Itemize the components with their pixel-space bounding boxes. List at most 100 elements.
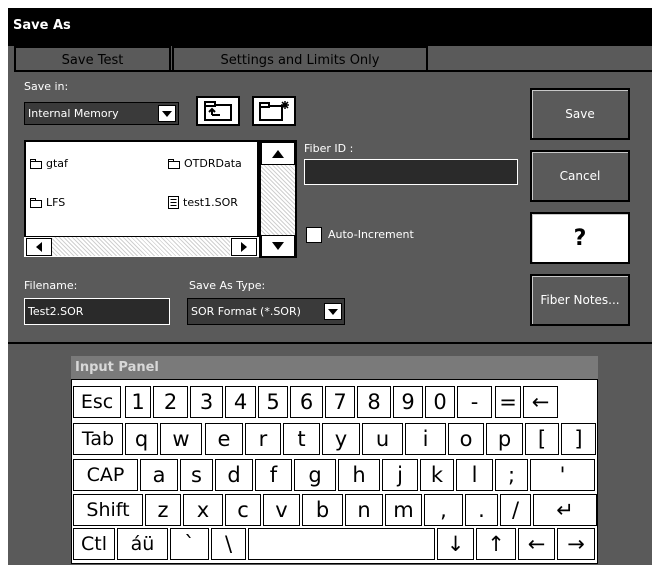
key-char[interactable]: m [385,494,422,526]
list-item[interactable]: LFS [30,196,65,209]
key-char[interactable]: c [225,494,261,526]
key-char[interactable]: a [140,459,178,491]
triangle-up-icon [272,149,284,158]
key-char[interactable]: w [160,423,202,455]
key-char[interactable]: z [145,494,181,526]
key-char[interactable]: s [180,459,213,491]
key-char[interactable]: t [283,423,320,455]
key-char[interactable]: j [382,459,418,491]
key-char[interactable]: . [465,494,498,526]
key-esc[interactable]: Esc [73,386,121,418]
key-cap[interactable]: CAP [73,459,138,491]
scroll-up-button[interactable] [261,142,295,165]
key-char[interactable]: o [448,423,484,455]
key-char[interactable]: 4 [225,386,256,418]
file-icon [168,196,179,209]
key-char[interactable]: i [405,423,446,455]
list-item[interactable]: OTDRData [168,157,242,170]
scroll-down-button[interactable] [261,235,295,257]
save-in-select[interactable]: Internal Memory [24,102,179,125]
key-shift[interactable]: Shift [73,494,143,526]
key-char[interactable]: u [362,423,403,455]
fiber-notes-button[interactable]: Fiber Notes... [530,274,630,326]
key-char[interactable]: e [205,423,243,455]
key-char[interactable]: ` [170,528,209,560]
key-arrow-left[interactable]: ← [518,528,555,560]
key-char[interactable]: 6 [290,386,323,418]
key-char[interactable]: ' [530,459,595,491]
triangle-down-icon [272,242,284,250]
up-folder-icon [204,101,232,121]
tab-save-test[interactable]: Save Test [14,46,171,72]
key-char[interactable]: 9 [393,386,423,418]
key-char[interactable]: 8 [357,386,391,418]
save-button[interactable]: Save [530,88,630,140]
triangle-left-icon [36,242,42,252]
key-char[interactable]: p [486,423,523,455]
key-char[interactable]: 7 [325,386,355,418]
key-arrow-down[interactable]: ↓ [437,528,474,560]
scroll-track[interactable] [261,165,295,235]
filename-field[interactable]: Test2.SOR [24,298,170,325]
input-panel-title: Input Panel [71,356,598,379]
key-char[interactable]: / [500,494,531,526]
chevron-down-icon[interactable] [158,105,176,122]
key-char[interactable]: 2 [153,386,188,418]
key-space[interactable] [248,528,435,560]
window-title: Save As [13,18,71,33]
key-arrow-up[interactable]: ↑ [476,528,516,560]
key-char[interactable]: [ [525,423,559,455]
key-char[interactable]: f [255,459,292,491]
key-áü[interactable]: áü [117,528,168,560]
key-char[interactable]: y [322,423,360,455]
key-char[interactable]: = [495,386,521,418]
folder-icon [30,197,42,208]
file-name: OTDRData [184,157,242,170]
key-char[interactable]: , [424,494,463,526]
save-in-value: Internal Memory [28,107,119,120]
key-char[interactable]: 5 [258,386,288,418]
fiber-id-label: Fiber ID : [304,142,354,155]
cancel-button[interactable]: Cancel [530,150,630,202]
fiber-id-field[interactable] [304,159,518,185]
key-char[interactable]: v [263,494,300,526]
up-folder-button[interactable] [196,96,240,126]
tab-settings-limits[interactable]: Settings and Limits Only [172,46,428,72]
key-char[interactable]: ] [561,423,596,455]
list-item[interactable]: gtaf [30,157,68,170]
key-char[interactable]: b [302,494,343,526]
key-tab[interactable]: Tab [73,423,123,455]
chevron-down-icon[interactable] [324,303,342,320]
key-char[interactable]: r [245,423,281,455]
key-char[interactable]: 0 [425,386,455,418]
key-char[interactable]: 1 [125,386,151,418]
auto-increment-label: Auto-Increment [328,228,414,241]
save-as-type-value: SOR Format (*.SOR) [191,305,301,318]
save-as-type-select[interactable]: SOR Format (*.SOR) [187,298,345,325]
list-item[interactable]: test1.SOR [168,196,238,209]
key-ctl[interactable]: Ctl [73,528,115,560]
auto-increment-checkbox[interactable] [306,227,322,243]
save-in-label: Save in: [24,80,69,93]
new-folder-button[interactable] [252,96,296,126]
key-backspace[interactable]: ← [523,386,558,418]
key-char[interactable]: d [215,459,253,491]
scroll-right-button[interactable] [231,238,257,256]
key-char[interactable]: k [420,459,454,491]
scroll-left-button[interactable] [26,238,52,256]
key-char[interactable]: x [183,494,223,526]
key-char[interactable]: ; [495,459,528,491]
key-char[interactable]: 3 [190,386,223,418]
key-char[interactable]: \ [211,528,246,560]
key-char[interactable]: - [457,386,492,418]
help-button[interactable]: ? [530,212,630,264]
key-char[interactable]: n [345,494,383,526]
scroll-track[interactable] [52,237,230,256]
key-char[interactable]: h [338,459,380,491]
key-char[interactable]: g [294,459,336,491]
key-char[interactable]: l [456,459,493,491]
key-arrow-right[interactable]: → [557,528,595,560]
key-char[interactable]: q [125,423,158,455]
title-bar [8,8,652,46]
key-enter[interactable]: ↵ [533,494,597,526]
